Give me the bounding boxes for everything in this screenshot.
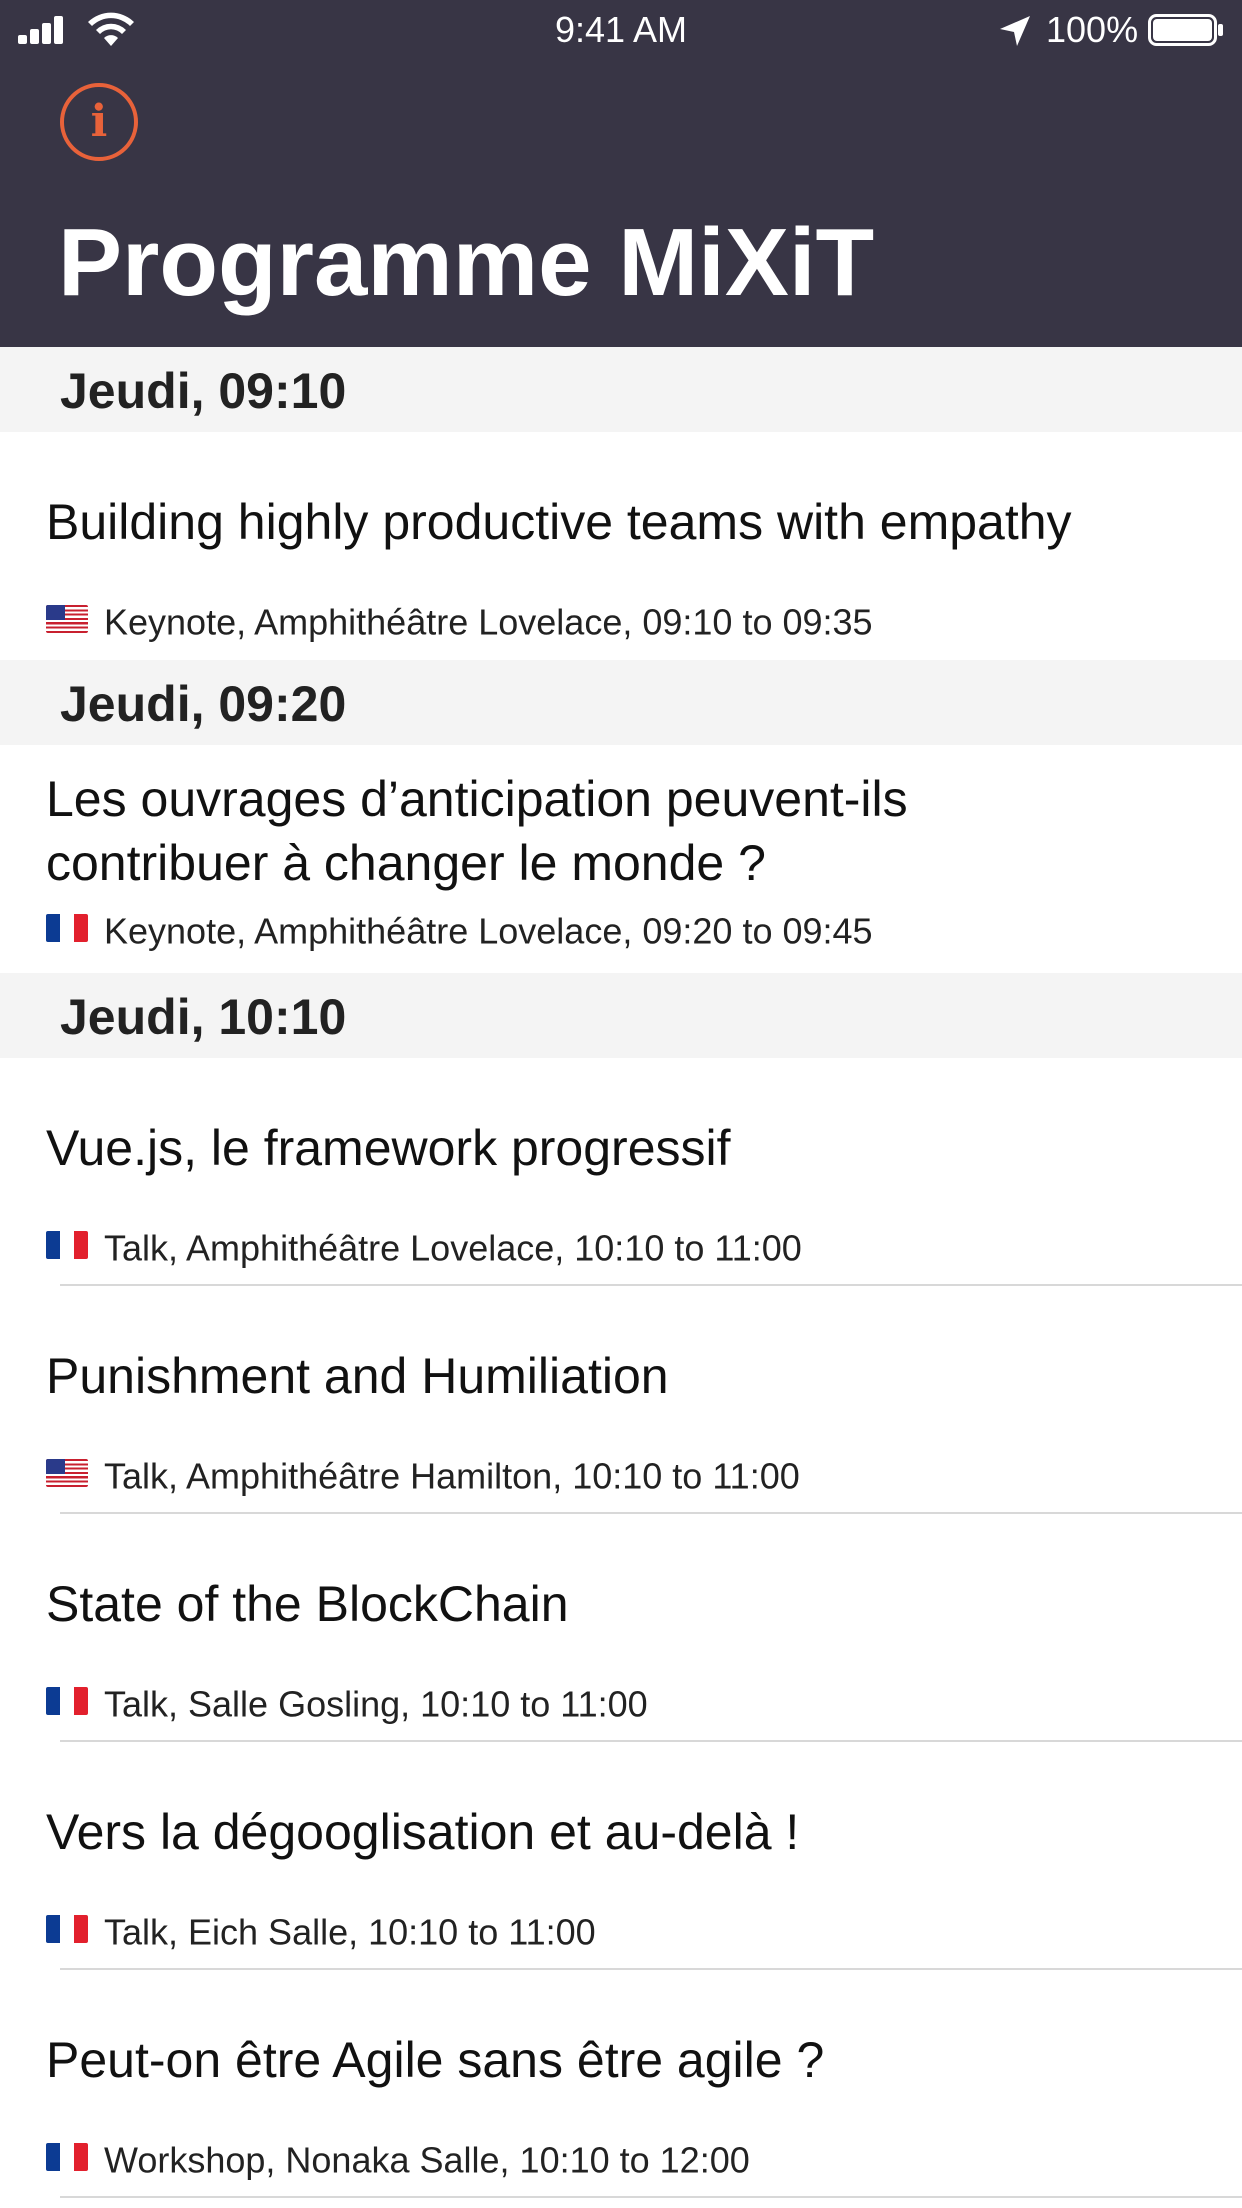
status-bar: 9:41 AM 100% [0, 0, 1242, 60]
french-flag-icon [46, 1231, 88, 1260]
program-list[interactable]: Jeudi, 09:10 Building highly productive … [0, 347, 1242, 2198]
session-meta: Talk, Amphithéâtre Lovelace, 10:10 to 11… [46, 1224, 802, 1268]
session-title: Les ouvrages d’anticipation peuvent-ils … [46, 771, 908, 891]
battery-percentage: 100% [1046, 9, 1139, 50]
session-meta: Talk, Amphithéâtre Hamilton, 10:10 to 11… [46, 1452, 800, 1496]
section-header: Jeudi, 09:10 [0, 347, 1242, 432]
session-row[interactable]: Les ouvrages d’anticipation peuvent-ils … [0, 745, 1242, 973]
session-row[interactable]: Punishment and Humiliation Talk, Amphith… [0, 1286, 1242, 1514]
session-title: Vue.js, le framework progressif [46, 1120, 731, 1176]
session-title: State of the BlockChain [46, 1576, 569, 1632]
info-icon[interactable]: i [60, 83, 138, 161]
session-meta: Keynote, Amphithéâtre Lovelace, 09:10 to… [46, 598, 873, 642]
session-details: Talk, Amphithéâtre Hamilton, 10:10 to 11… [104, 1455, 800, 1497]
session-details: Talk, Amphithéâtre Lovelace, 10:10 to 11… [104, 1227, 802, 1269]
session-title: Building highly productive teams with em… [46, 494, 1072, 550]
session-details: Talk, Eich Salle, 10:10 to 11:00 [104, 1911, 596, 1953]
us-flag-icon [46, 1459, 88, 1488]
battery-icon [1148, 14, 1223, 46]
session-row[interactable]: State of the BlockChain Talk, Salle Gosl… [0, 1514, 1242, 1742]
session-title: Punishment and Humiliation [46, 1348, 669, 1404]
session-details: Keynote, Amphithéâtre Lovelace, 09:10 to… [104, 601, 873, 643]
location-arrow-icon [1000, 16, 1030, 46]
header: 9:41 AM 100% i Programme MiXiT [0, 0, 1242, 347]
session-title: Peut-on être Agile sans être agile ? [46, 2032, 825, 2088]
session-row[interactable]: Peut-on être Agile sans être agile ? Wor… [0, 1970, 1242, 2198]
session-details: Talk, Salle Gosling, 10:10 to 11:00 [104, 1683, 648, 1725]
section-title: Jeudi, 09:20 [60, 676, 347, 732]
row-divider [60, 2196, 1242, 2198]
section-header: Jeudi, 10:10 [0, 973, 1242, 1058]
session-meta: Talk, Salle Gosling, 10:10 to 11:00 [46, 1680, 648, 1724]
section-title: Jeudi, 10:10 [60, 989, 347, 1045]
section-header: Jeudi, 09:20 [0, 660, 1242, 745]
session-row[interactable]: Building highly productive teams with em… [0, 432, 1242, 660]
session-details: Keynote, Amphithéâtre Lovelace, 09:20 to… [104, 910, 873, 952]
session-meta: Workshop, Nonaka Salle, 10:10 to 12:00 [46, 2136, 750, 2180]
page-title: Programme MiXiT [58, 209, 875, 316]
session-row[interactable]: Vue.js, le framework progressif Talk, Am… [0, 1058, 1242, 1286]
session-meta: Keynote, Amphithéâtre Lovelace, 09:20 to… [46, 907, 873, 951]
french-flag-icon [46, 914, 88, 943]
french-flag-icon [46, 1687, 88, 1716]
us-flag-icon [46, 605, 88, 634]
session-details: Workshop, Nonaka Salle, 10:10 to 12:00 [104, 2139, 750, 2181]
section-title: Jeudi, 09:10 [60, 363, 347, 419]
session-title: Vers la dégooglisation et au-delà ! [46, 1804, 800, 1860]
app-screen: 9:41 AM 100% i Programme MiXiT Jeudi, 09… [0, 0, 1242, 2208]
session-meta: Talk, Eich Salle, 10:10 to 11:00 [46, 1908, 596, 1952]
french-flag-icon [46, 2143, 88, 2172]
french-flag-icon [46, 1915, 88, 1944]
session-row[interactable]: Vers la dégooglisation et au-delà ! Talk… [0, 1742, 1242, 1970]
